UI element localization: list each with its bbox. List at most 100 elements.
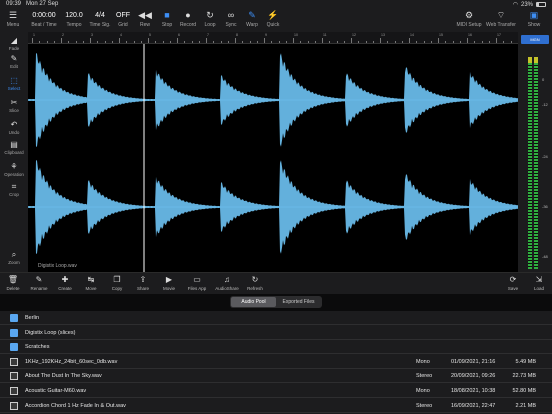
tool-slice[interactable]: ✂ Slice — [0, 98, 28, 113]
battery-percent: 23% — [520, 1, 533, 8]
file-ch: Stereo — [416, 402, 433, 409]
file-name: Berlin — [25, 315, 40, 321]
tab-audio-pool[interactable]: Audio Pool — [231, 297, 276, 307]
refresh-button[interactable]: ↻ Refresh — [242, 274, 268, 291]
tool-clipboard[interactable]: ▤ Clipboard — [0, 140, 28, 155]
rename-icon: ✎ — [35, 275, 43, 284]
level-meter-panel: MGN 0 -12 -24 -36 -48 — [518, 32, 552, 272]
status-date: Mon 27 Sep — [26, 1, 59, 7]
ruler-tick — [293, 38, 294, 43]
file-size: 52.80 MB — [512, 388, 536, 394]
beat-time-label: Beat / Time — [31, 22, 57, 28]
beat-time-display[interactable]: 0:00:00 Beat / Time — [28, 10, 60, 32]
delete-button[interactable]: 🗑 Delete — [0, 274, 26, 291]
record-icon: ● — [185, 10, 191, 20]
ruler-tick — [496, 38, 497, 43]
ruler-subtick — [249, 41, 251, 43]
tool-undo[interactable]: ↶ Undo — [0, 120, 28, 135]
save-button[interactable]: ⟳ Save — [500, 274, 526, 291]
list-item[interactable]: Scratches — [0, 340, 552, 355]
operation-icon: ⚘ — [10, 162, 18, 171]
fade-icon: ◢ — [10, 36, 18, 45]
timeline-ruler[interactable]: 1 2 3 4 5 6 7 8 9 10 11 12 13 14 15 16 17 — [28, 32, 519, 44]
copy-button[interactable]: ❐ Copy — [104, 274, 130, 291]
action-label: Copy — [111, 286, 123, 291]
waveform-editor[interactable]: Digistix Loop.wav — [28, 44, 518, 272]
record-label: Record — [179, 22, 197, 28]
grid-label: Grid — [118, 22, 128, 28]
share-button[interactable]: ⇪ Share — [130, 274, 156, 291]
web-transfer-button[interactable]: ⌔ Web Transfer — [486, 10, 516, 32]
rewind-icon: ◀◀ — [138, 10, 152, 20]
ruler-subtick — [140, 41, 142, 43]
tool-zoom[interactable]: ⌕ Zoom — [0, 250, 28, 265]
audio-file-icon — [10, 401, 18, 410]
ruler-tick — [351, 38, 352, 43]
time-sig-display[interactable]: 4/4 Time Sig. — [89, 10, 111, 32]
ruler-label: 2 — [62, 33, 64, 37]
movie-button[interactable]: ▶ Movie — [156, 274, 182, 291]
ruler-label: 10 — [294, 33, 298, 37]
list-item[interactable]: Berlin — [0, 311, 552, 325]
audioshare-button[interactable]: ♫ AudioShare — [214, 274, 240, 291]
quick-label: Quick — [266, 22, 280, 28]
loop-label: Loop — [204, 22, 216, 28]
tool-fade[interactable]: ◢ Fade — [0, 36, 28, 51]
ruler-subtick — [445, 41, 447, 43]
clipboard-icon: ▤ — [10, 140, 18, 149]
show-icon: ▣ — [529, 10, 539, 20]
midi-setup-button[interactable]: ⚙ MIDI Setup — [455, 10, 483, 32]
loop-button[interactable]: ↻ Loop — [200, 10, 220, 32]
ruler-label: 7 — [207, 33, 209, 37]
tool-label: Clipboard — [4, 150, 24, 155]
ruler-subtick — [256, 41, 258, 43]
midi-setup-label: MIDI Setup — [456, 22, 482, 28]
ruler-tick — [264, 38, 265, 43]
wifi-icon: ◠ — [512, 2, 518, 8]
move-button[interactable]: ↹ Move — [78, 274, 104, 291]
list-item[interactable]: Digistix Loop (slices) — [0, 326, 552, 340]
list-item[interactable]: Accordion Chord 1 Hz Fade In & Out.wav St… — [0, 399, 552, 413]
warp-icon: ✎ — [248, 10, 256, 20]
rename-button[interactable]: ✎ Rename — [26, 274, 52, 291]
ruler-subtick — [365, 41, 367, 43]
file-size: 22.73 MB — [512, 373, 536, 380]
tool-select[interactable]: ⬚ Select — [0, 76, 28, 91]
show-button[interactable]: ▣ Show — [520, 10, 548, 32]
wifi-transfer-icon: ⌔ — [496, 10, 506, 20]
waveform-svg[interactable] — [28, 44, 518, 272]
ruler-label: 16 — [468, 33, 472, 37]
stop-button[interactable]: ■ Stop — [157, 10, 177, 32]
record-button[interactable]: ● Record — [178, 10, 198, 32]
list-item[interactable]: 1KHz_192KHz_24bit_60sec_0db.wav Mono 01/09… — [0, 355, 552, 369]
list-item[interactable]: Acoustic Guitar-M60.wav Mono 18/08/2021, 1… — [0, 384, 552, 398]
warp-button[interactable]: ✎ Warp — [242, 10, 262, 32]
file-ch: Mono — [416, 388, 430, 394]
sync-button[interactable]: ∞ Sync — [221, 10, 241, 32]
files-app-button[interactable]: ▭ Files App — [184, 274, 210, 291]
save-icon: ⟳ — [509, 275, 517, 284]
ruler-tick — [177, 38, 178, 43]
file-ch: Mono — [416, 358, 430, 365]
tool-operation[interactable]: ⚘ Operation — [0, 162, 28, 177]
meter-scale-12: -12 — [542, 102, 548, 107]
file-name: About The Dust In The Sky.wav — [25, 373, 102, 380]
rewind-button[interactable]: ◀◀ Rew — [135, 10, 155, 32]
mgn-button[interactable]: MGN — [521, 35, 549, 44]
menu-button[interactable]: ☰ Menu — [2, 10, 24, 32]
action-label: Rename — [30, 286, 48, 291]
ruler-label: 4 — [120, 33, 122, 37]
grid-toggle[interactable]: OFF Grid — [113, 10, 133, 32]
tool-edit[interactable]: ✎ Edit — [0, 54, 28, 69]
ruler-tick — [467, 38, 468, 43]
load-button[interactable]: ⇲ Load — [526, 274, 552, 291]
tool-crop[interactable]: ⌗ Crop — [0, 182, 28, 197]
ruler-subtick — [220, 41, 222, 43]
tab-exported-files[interactable]: Exported Files — [276, 297, 321, 307]
create-button[interactable]: ✚ Create — [52, 274, 78, 291]
ruler-label: 14 — [410, 33, 414, 37]
ruler-subtick — [358, 41, 360, 43]
quick-button[interactable]: ⚡ Quick — [263, 10, 283, 32]
list-item[interactable]: About The Dust In The Sky.wav Stereo 20/09… — [0, 369, 552, 384]
tempo-display[interactable]: 120.0 Tempo — [62, 10, 86, 32]
